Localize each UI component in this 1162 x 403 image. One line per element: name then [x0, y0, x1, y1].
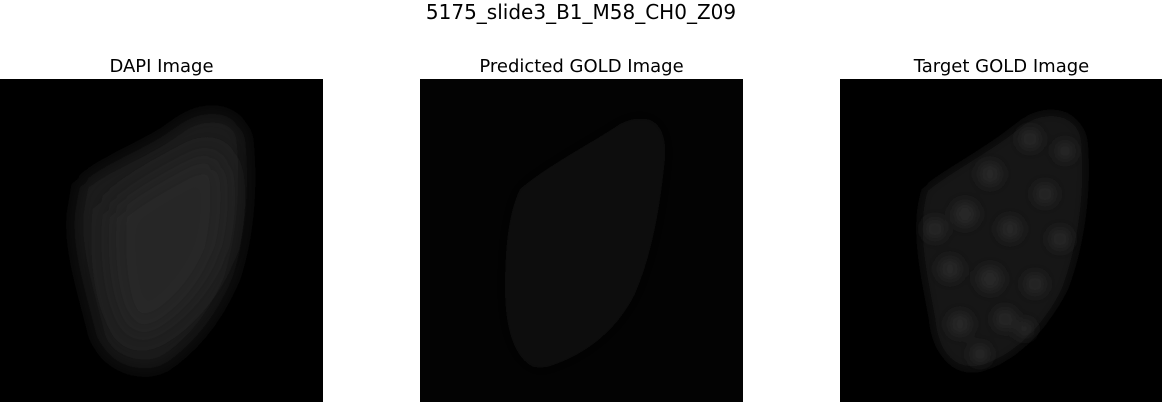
predicted-gold-panel: Predicted GOLD Image — [420, 55, 743, 402]
predicted-gold-image — [420, 79, 743, 402]
dapi-image — [0, 79, 323, 402]
figure-title: 5175_slide3_B1_M58_CH0_Z09 — [425, 0, 737, 24]
target-gold-image — [840, 79, 1162, 402]
dapi-panel-title: DAPI Image — [109, 56, 214, 77]
dapi-panel: DAPI Image — [0, 55, 323, 402]
predicted-gold-panel-title: Predicted GOLD Image — [479, 56, 684, 77]
target-gold-panel: Target GOLD Image — [840, 55, 1162, 402]
target-gold-panel-title: Target GOLD Image — [913, 56, 1090, 77]
